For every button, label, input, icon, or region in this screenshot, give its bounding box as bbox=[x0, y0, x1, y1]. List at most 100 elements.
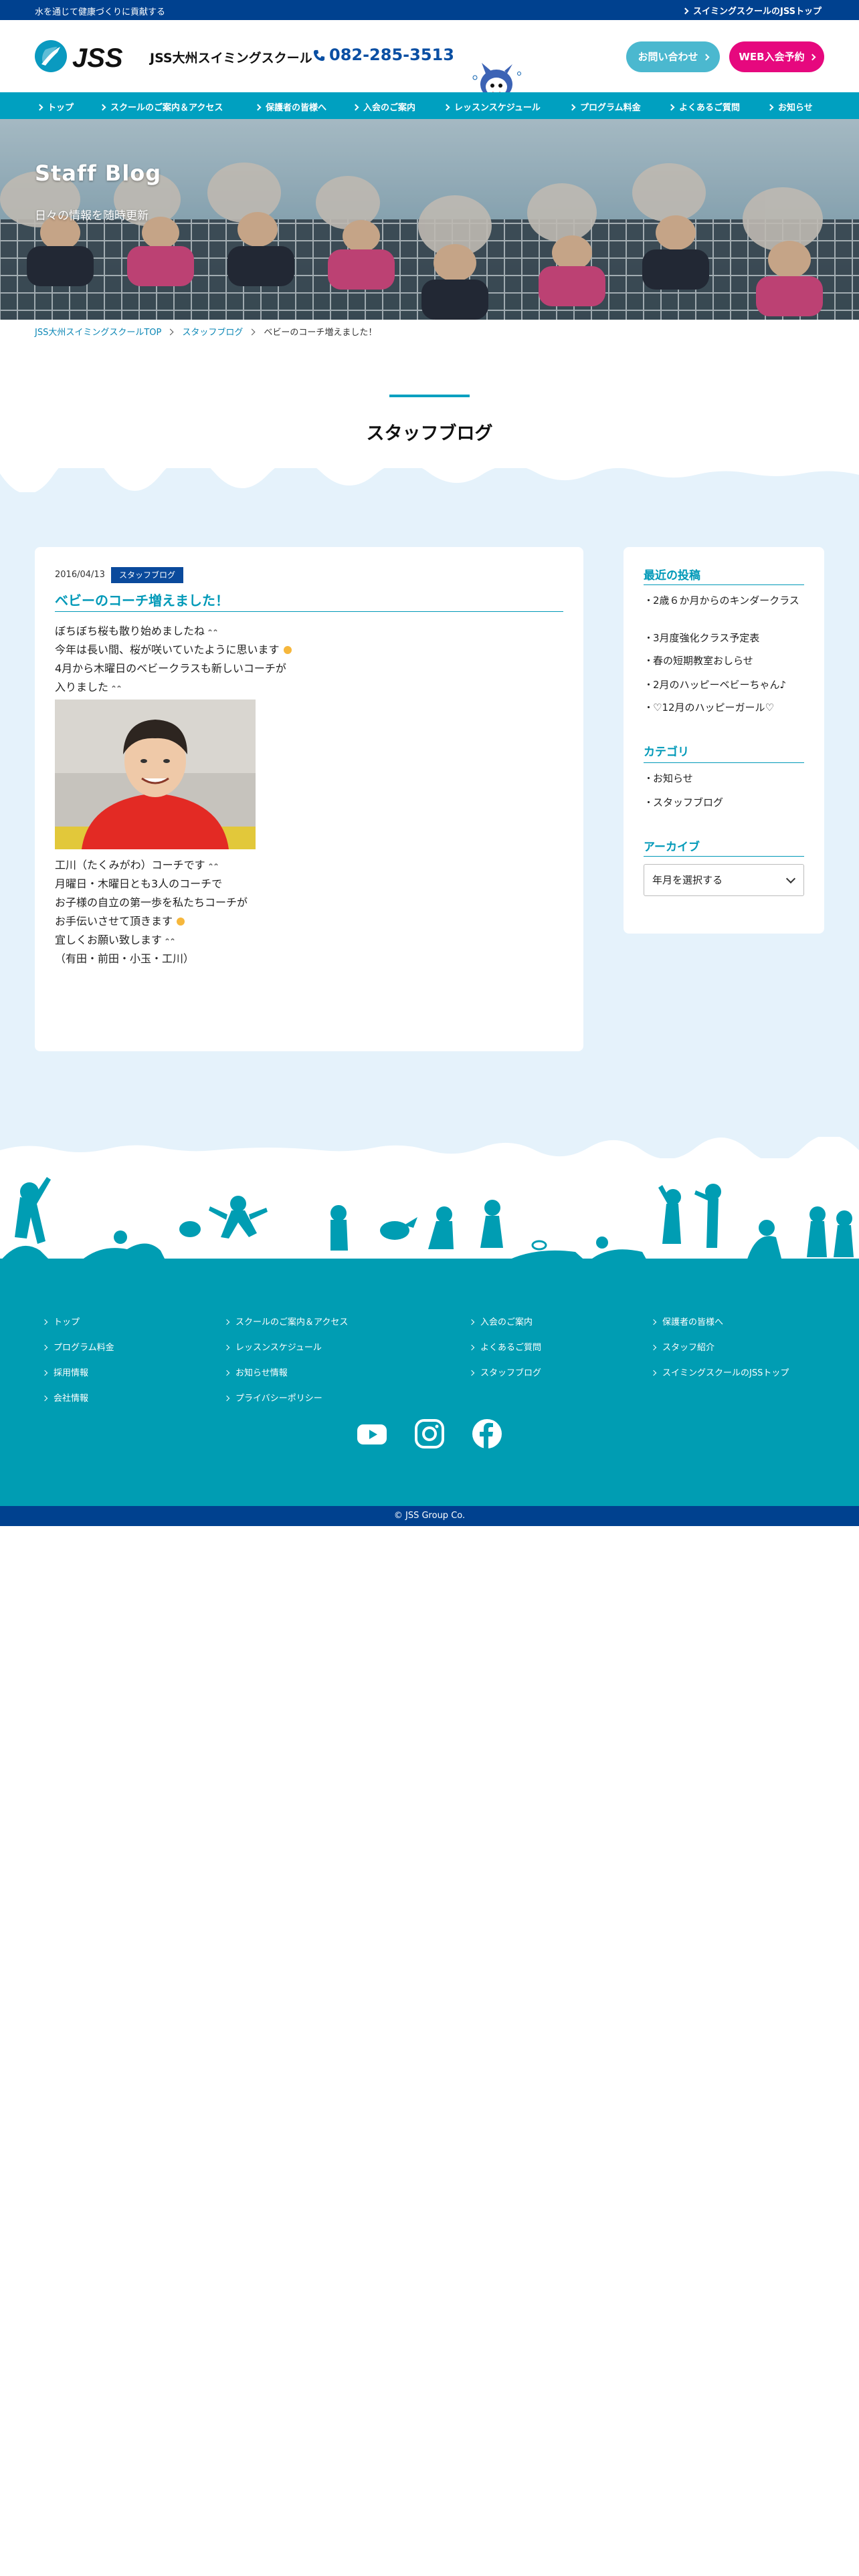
youtube-icon[interactable] bbox=[356, 1418, 388, 1450]
chevron-right-icon bbox=[223, 1319, 230, 1325]
category-link[interactable]: ・お知らせ bbox=[644, 770, 804, 786]
chevron-right-icon bbox=[650, 1319, 657, 1325]
footer-link-label: 会社情報 bbox=[54, 1394, 89, 1404]
sidebar: 最近の投稿 ・ 2歳６か月からのキンダークラス ・ 3月度強化クラス予定表 ・春の短… bbox=[624, 547, 824, 934]
category-link[interactable]: ・スタッフブログ bbox=[644, 794, 804, 811]
footer-link-label: お知らせ情報 bbox=[235, 1368, 288, 1378]
contact-button[interactable]: お問い合わせ bbox=[626, 41, 720, 72]
phone-label: 082-285-3513 bbox=[329, 45, 454, 64]
nav-item-enrollment[interactable]: 入会のご案内 bbox=[352, 100, 415, 113]
nav-item-schedule[interactable]: レッスンスケジュール bbox=[443, 100, 541, 113]
post-line: 月曜日・木曜日とも3人のコーチで bbox=[55, 877, 223, 890]
post-line: 工川（たくみがわ）コーチです bbox=[55, 856, 248, 875]
chevron-right-icon bbox=[99, 104, 106, 111]
footer-link-jss-top[interactable]: スイミングスクールのJSSトップ bbox=[650, 1366, 789, 1378]
footer-link-label: トップ bbox=[54, 1317, 80, 1327]
jss-top-link[interactable]: スイミングスクールのJSSトップ bbox=[682, 4, 822, 17]
archive-heading: アーカイブ bbox=[644, 841, 700, 854]
web-signup-button[interactable]: WEB入会予約 bbox=[729, 41, 824, 72]
page-title: スタッフブログ bbox=[366, 423, 493, 444]
facebook-icon[interactable] bbox=[471, 1418, 503, 1450]
title-accent-bar bbox=[389, 395, 470, 397]
chevron-right-icon bbox=[41, 1319, 48, 1325]
tagline: 水を通じて健康づくりに貢献する bbox=[35, 7, 166, 17]
footer-link-top[interactable]: トップ bbox=[41, 1315, 80, 1327]
nav-item-label: プログラム料金 bbox=[580, 103, 641, 113]
footer-link-school-access[interactable]: スクールのご案内＆アクセス bbox=[223, 1315, 348, 1327]
post-date: 2016/04/13 bbox=[55, 570, 105, 580]
post-title: ベビーのコーチ増えました！ bbox=[55, 593, 229, 609]
contact-button-label: お問い合わせ bbox=[638, 51, 698, 63]
nav-item-label: よくあるご質問 bbox=[679, 103, 741, 113]
footer-link-label: 採用情報 bbox=[54, 1368, 89, 1378]
chevron-right-icon bbox=[223, 1344, 230, 1351]
footer-link-label: スイミングスクールのJSSトップ bbox=[662, 1368, 789, 1378]
main-nav: トップ スクールのご案内＆アクセス 保護者の皆様へ 入会のご案内 レッスンスケジ… bbox=[0, 92, 859, 119]
nav-item-news[interactable]: お知らせ bbox=[767, 100, 813, 113]
footer-link-schedule[interactable]: レッスンスケジュール bbox=[223, 1340, 322, 1353]
post-category-badge[interactable]: スタッフブログ bbox=[111, 567, 184, 583]
footer-link-staff[interactable]: スタッフ紹介 bbox=[650, 1340, 714, 1353]
footer-link-label: よくあるご質問 bbox=[480, 1343, 542, 1353]
nav-item-pricing[interactable]: プログラム料金 bbox=[569, 100, 641, 113]
jss-logo[interactable]: JSS bbox=[33, 37, 140, 75]
footer-link-privacy[interactable]: プライバシーポリシー bbox=[223, 1391, 322, 1404]
post-body-outro: 工川（たくみがわ）コーチです 月曜日・木曜日とも3人のコーチで お子様の自立の第… bbox=[55, 856, 248, 968]
nav-item-faq[interactable]: よくあるご質問 bbox=[668, 100, 741, 113]
post-line: （有田・前田・小玉・工川） bbox=[55, 952, 195, 965]
recent-post-link[interactable]: ・春の短期教室おしらせ bbox=[644, 653, 804, 669]
copyright: © JSS Group Co. bbox=[0, 1506, 859, 1526]
footer-link-news[interactable]: お知らせ情報 bbox=[223, 1366, 288, 1378]
post-line: 宜しくお願い致します bbox=[55, 931, 248, 950]
footer-link-enrollment[interactable]: 入会のご案内 bbox=[468, 1315, 533, 1327]
recent-post-label: 2月のハッピーベビーちゃん♪ bbox=[653, 679, 787, 691]
recent-post-link[interactable]: ・ 2歳６か月からのキンダークラス bbox=[644, 593, 804, 609]
footer-link-parents[interactable]: 保護者の皆様へ bbox=[650, 1315, 723, 1327]
chevron-right-icon bbox=[41, 1370, 48, 1376]
instagram-icon[interactable] bbox=[413, 1418, 446, 1450]
category-heading: カテゴリ bbox=[644, 746, 689, 759]
recent-post-label: 2歳６か月からのキンダークラス bbox=[653, 595, 799, 607]
hero-title: Staff Blog bbox=[35, 160, 162, 186]
post-line: お手伝いさせて頂きます bbox=[55, 912, 248, 931]
nav-item-school-access[interactable]: スクールのご案内＆アクセス bbox=[99, 100, 223, 113]
footer-link-company[interactable]: 会社情報 bbox=[41, 1391, 89, 1404]
post-line: 今年は長い間、桜が咲いていたように思います bbox=[55, 641, 293, 659]
footer-link-recruit[interactable]: 採用情報 bbox=[41, 1366, 89, 1378]
breadcrumb-home[interactable]: JSS大州スイミングスクールTOP bbox=[35, 328, 161, 338]
recent-post-link[interactable]: ・ 2月のハッピーベビーちゃん♪ bbox=[644, 677, 804, 693]
post-line: 4月から木曜日のベビークラスも新しいコーチが bbox=[55, 662, 286, 675]
nav-item-label: 保護者の皆様へ bbox=[266, 103, 327, 113]
footer-link-faq[interactable]: よくあるご質問 bbox=[468, 1340, 542, 1353]
footer-link-staff-blog[interactable]: スタッフブログ bbox=[468, 1366, 541, 1378]
nav-item-parents[interactable]: 保護者の皆様へ bbox=[254, 100, 327, 113]
nav-item-label: レッスンスケジュール bbox=[454, 103, 541, 113]
footer-link-pricing[interactable]: プログラム料金 bbox=[41, 1340, 114, 1353]
recent-post-link[interactable]: ・ 3月度強化クラス予定表 bbox=[644, 630, 804, 646]
archive-select[interactable]: 年月を選択する bbox=[644, 864, 804, 896]
recent-post-link[interactable]: ・ ♡12月のハッピーガール♡ bbox=[644, 700, 804, 716]
post-line: 入りました bbox=[55, 678, 293, 697]
chevron-right-icon bbox=[468, 1344, 475, 1351]
post-line: ぼちぼち桜も散り始めましたね bbox=[55, 622, 293, 641]
category-label: お知らせ bbox=[653, 772, 693, 784]
blog-post-card: 2016/04/13 スタッフブログ ベビーのコーチ増えました！ ぼちぼち桜も散… bbox=[35, 547, 583, 1051]
emoji-icon bbox=[177, 918, 185, 926]
footer-link-label: プログラム料金 bbox=[54, 1343, 114, 1353]
chevron-right-icon bbox=[682, 7, 689, 15]
web-signup-button-label: WEB入会予約 bbox=[739, 51, 805, 63]
footer-link-label: プライバシーポリシー bbox=[235, 1394, 322, 1404]
sidebar-divider bbox=[644, 856, 804, 857]
wave-divider-top bbox=[0, 465, 859, 492]
emoji-icon bbox=[208, 629, 217, 632]
phone-number[interactable]: 082-285-3513 bbox=[313, 45, 454, 64]
emoji-icon bbox=[208, 863, 218, 866]
nav-item-top[interactable]: トップ bbox=[36, 100, 74, 113]
nav-item-label: スクールのご案内＆アクセス bbox=[110, 103, 223, 113]
breadcrumb-category[interactable]: スタッフブログ bbox=[182, 328, 243, 338]
bullet: ・ bbox=[644, 679, 654, 691]
bullet: ・ bbox=[644, 655, 654, 667]
chevron-right-icon bbox=[223, 1370, 230, 1376]
post-body-intro: ぼちぼち桜も散り始めましたね 今年は長い間、桜が咲いていたように思います 4月か… bbox=[55, 622, 293, 697]
chevron-right-icon bbox=[443, 104, 450, 111]
